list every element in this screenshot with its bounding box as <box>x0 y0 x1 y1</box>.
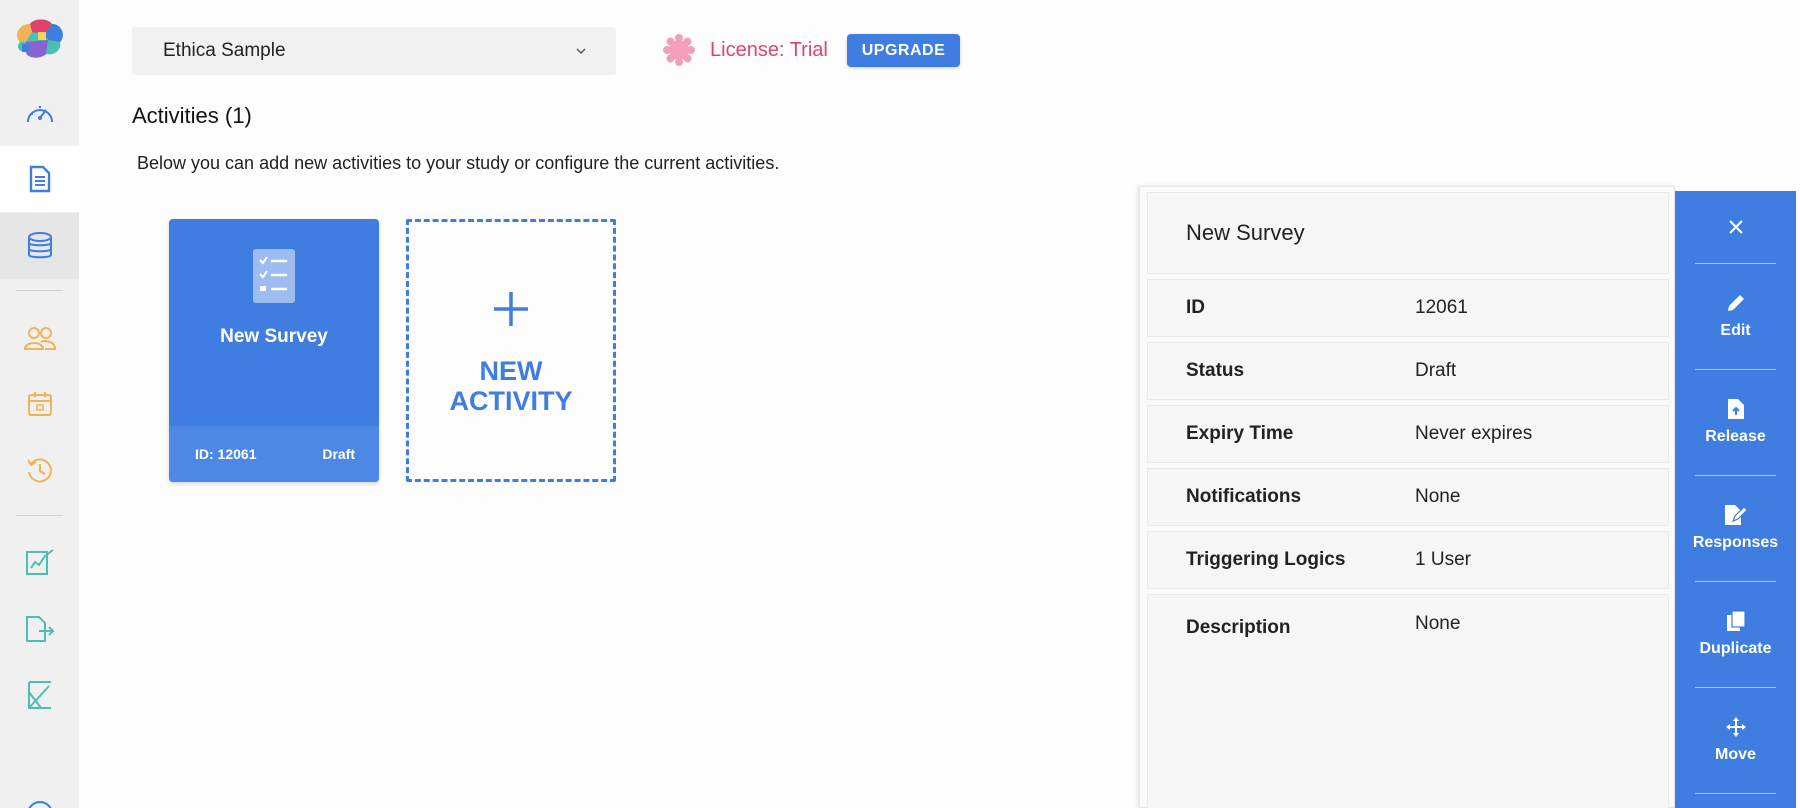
formula-icon <box>27 681 51 709</box>
sidebar-item-formula[interactable] <box>0 662 79 728</box>
document-icon <box>29 165 50 193</box>
activity-card-status: Draft <box>322 446 355 462</box>
license-text: License: Trial <box>710 38 828 61</box>
sidebar-item-schedule[interactable] <box>0 371 79 437</box>
detail-value: 12061 <box>1415 297 1468 318</box>
dashboard-icon <box>26 106 53 123</box>
detail-label: Triggering Logics <box>1186 549 1346 570</box>
detail-label: Expiry Time <box>1186 423 1294 444</box>
detail-value: 1 User <box>1415 549 1471 570</box>
detail-label: Notifications <box>1186 486 1302 507</box>
activity-detail-panel: New Survey ID 12061 Status Draft Expiry … <box>1139 186 1675 808</box>
file-upload-icon <box>1727 399 1744 419</box>
chevron-down-icon <box>576 48 586 55</box>
detail-row-notifications: Notifications None <box>1147 468 1669 526</box>
detail-row-description: Description None <box>1147 594 1669 808</box>
new-activity-label-line2: ACTIVITY <box>449 386 573 416</box>
pencil-icon <box>1727 295 1744 311</box>
export-icon <box>25 616 54 642</box>
checklist-icon <box>253 249 295 303</box>
close-icon <box>1728 220 1743 234</box>
analytics-icon <box>25 549 54 575</box>
close-panel-button[interactable] <box>1675 191 1796 263</box>
upgrade-button[interactable]: UPGRADE <box>847 34 960 67</box>
detail-row-id: ID 12061 <box>1147 279 1669 337</box>
sidebar <box>0 0 79 808</box>
duplicate-button[interactable]: Duplicate <box>1675 581 1796 687</box>
page-title: Activities (1) <box>132 103 252 128</box>
activity-card[interactable]: New Survey ID: 12061 Draft <box>169 219 379 482</box>
file-edit-icon <box>1724 505 1748 525</box>
sidebar-item-analytics[interactable] <box>0 529 79 595</box>
study-select-value: Ethica Sample <box>163 40 286 61</box>
move-icon <box>1725 717 1746 737</box>
history-icon <box>26 458 52 483</box>
brain-logo-icon[interactable] <box>12 18 64 62</box>
move-button[interactable]: Move <box>1675 687 1796 793</box>
detail-value: Never expires <box>1415 423 1533 444</box>
detail-label: Description <box>1186 617 1291 638</box>
participants-icon <box>23 327 56 350</box>
calendar-icon <box>27 392 52 416</box>
detail-value: Draft <box>1415 360 1457 381</box>
new-activity-label: NEW ACTIVITY <box>409 356 613 416</box>
sidebar-item-data[interactable] <box>0 213 79 279</box>
activity-card-title: New Survey <box>220 326 328 347</box>
responses-label: Responses <box>1692 534 1779 551</box>
sidebar-item-history[interactable] <box>0 437 79 503</box>
release-button[interactable]: Release <box>1675 369 1796 475</box>
new-activity-button[interactable]: NEW ACTIVITY <box>406 219 616 482</box>
duplicate-label: Duplicate <box>1699 640 1772 657</box>
plus-icon <box>494 292 528 326</box>
responses-button[interactable]: Responses <box>1675 475 1796 581</box>
sidebar-item-participants[interactable] <box>0 305 79 371</box>
sidebar-item-help[interactable] <box>0 775 79 808</box>
detail-row-expiry: Expiry Time Never expires <box>1147 405 1669 463</box>
license-badge-icon <box>663 34 695 66</box>
license-status: License: Trial <box>662 30 828 70</box>
new-activity-label-line1: NEW <box>479 356 543 386</box>
study-select[interactable]: Ethica Sample <box>132 27 616 75</box>
detail-value: None <box>1415 613 1461 634</box>
edit-label: Edit <box>1720 322 1751 339</box>
edit-button[interactable]: Edit <box>1675 263 1796 369</box>
move-label: Move <box>1715 746 1756 763</box>
sidebar-item-activities[interactable] <box>0 146 79 212</box>
detail-label: Status <box>1186 360 1245 381</box>
database-icon <box>27 232 52 259</box>
copy-icon <box>1726 610 1746 631</box>
activity-action-bar: Edit Release Responses Duplicate Move <box>1675 191 1796 808</box>
help-icon <box>27 801 52 808</box>
release-label: Release <box>1705 428 1766 445</box>
sidebar-item-dashboard[interactable] <box>0 80 79 146</box>
detail-value: None <box>1415 486 1461 507</box>
detail-label: ID <box>1186 297 1205 318</box>
activity-card-id: ID: 12061 <box>195 446 257 462</box>
activity-card-footer: ID: 12061 Draft <box>169 426 379 482</box>
detail-title: New Survey <box>1147 192 1669 274</box>
page-description: Below you can add new activities to your… <box>137 153 780 173</box>
detail-row-triggering: Triggering Logics 1 User <box>1147 531 1669 589</box>
detail-row-status: Status Draft <box>1147 342 1669 400</box>
sidebar-item-export[interactable] <box>0 596 79 662</box>
